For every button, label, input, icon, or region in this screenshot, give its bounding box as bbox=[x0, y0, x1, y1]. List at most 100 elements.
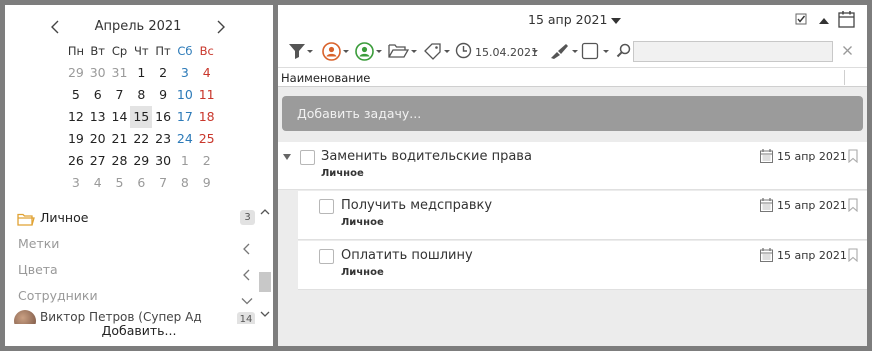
bookmark-icon[interactable] bbox=[848, 149, 858, 166]
calendar-day[interactable]: 24 bbox=[174, 128, 196, 150]
collapse-arrow-icon[interactable] bbox=[283, 154, 291, 160]
calendar-month-label[interactable]: Апрель 2021 bbox=[65, 19, 211, 34]
checkbox-icon bbox=[581, 42, 599, 60]
column-name-header[interactable]: Наименование bbox=[281, 71, 370, 85]
task-row[interactable]: Получить медсправку Личное 15 апр 2021 bbox=[298, 191, 867, 240]
sidebar-scrollbar[interactable] bbox=[257, 200, 273, 320]
sidebar-nav: Личное 3 Метки Цвета Сотрудники bbox=[5, 205, 255, 309]
calendar-day[interactable]: 2 bbox=[152, 62, 174, 84]
calendar-day[interactable]: 4 bbox=[196, 62, 218, 84]
calendar-day[interactable]: 4 bbox=[87, 172, 109, 194]
weekday-header: Чт bbox=[133, 44, 149, 58]
filter-button[interactable] bbox=[288, 42, 314, 62]
assignee-button[interactable] bbox=[322, 42, 349, 62]
calendar-day[interactable]: 31 bbox=[109, 62, 131, 84]
calendar-day[interactable]: 5 bbox=[109, 172, 131, 194]
calendar-prev-button[interactable] bbox=[46, 17, 66, 37]
task-title[interactable]: Заменить водительские права bbox=[321, 149, 532, 164]
sidebar-item-personal[interactable]: Личное 3 bbox=[5, 205, 255, 231]
project-filter-button[interactable] bbox=[388, 42, 417, 62]
calendar-day[interactable]: 7 bbox=[109, 84, 131, 106]
calendar-day[interactable]: 1 bbox=[174, 150, 196, 172]
priority-filter-button[interactable] bbox=[548, 42, 578, 62]
calendar-day[interactable]: 11 bbox=[196, 84, 218, 106]
caret-up-icon[interactable] bbox=[818, 15, 830, 29]
folder-open-icon bbox=[388, 44, 410, 58]
calendar-day[interactable]: 17 bbox=[174, 106, 196, 128]
calendar-day[interactable]: 14 bbox=[109, 106, 131, 128]
calendar-day[interactable]: 8 bbox=[174, 172, 196, 194]
calendar-day[interactable]: 12 bbox=[65, 106, 87, 128]
calendar-day[interactable]: 23 bbox=[152, 128, 174, 150]
sidebar-item-labels[interactable]: Метки bbox=[5, 231, 255, 257]
column-header: Наименование bbox=[278, 67, 867, 87]
calendar-day[interactable]: 7 bbox=[152, 172, 174, 194]
add-button[interactable]: Добавить... bbox=[5, 323, 273, 338]
calendar-day[interactable]: 25 bbox=[196, 128, 218, 150]
calendar-icon[interactable] bbox=[838, 10, 855, 31]
search-input[interactable] bbox=[633, 41, 833, 62]
task-checkbox[interactable] bbox=[300, 150, 315, 165]
calendar-day[interactable]: 30 bbox=[152, 150, 174, 172]
calendar-day[interactable]: 3 bbox=[65, 172, 87, 194]
calendar-day[interactable]: 13 bbox=[87, 106, 109, 128]
sidebar-item-employees[interactable]: Сотрудники bbox=[5, 283, 255, 309]
calendar-day[interactable]: 28 bbox=[109, 150, 131, 172]
calendar-day[interactable]: 26 bbox=[65, 150, 87, 172]
scroll-down-icon[interactable] bbox=[260, 308, 270, 318]
calendar-day[interactable]: 2 bbox=[196, 150, 218, 172]
close-icon[interactable] bbox=[842, 45, 853, 59]
scroll-up-icon[interactable] bbox=[260, 206, 270, 216]
user-name: Виктор Петров (Супер Ад bbox=[40, 310, 202, 324]
task-checkbox[interactable] bbox=[319, 199, 334, 214]
date-filter-button[interactable]: 15.04.2021 bbox=[455, 42, 539, 62]
calendar-day[interactable]: 20 bbox=[87, 128, 109, 150]
calendar-day[interactable]: 1 bbox=[130, 62, 152, 84]
calendar-day[interactable]: 27 bbox=[87, 150, 109, 172]
calendar-day[interactable]: 16 bbox=[152, 106, 174, 128]
calendar-day[interactable]: 3 bbox=[174, 62, 196, 84]
bookmark-icon[interactable] bbox=[848, 248, 858, 265]
task-checkbox[interactable] bbox=[319, 249, 334, 264]
sidebar-item-label: Метки bbox=[18, 236, 60, 251]
calendar-next-button[interactable] bbox=[210, 17, 230, 37]
calendar-day[interactable]: 18 bbox=[196, 106, 218, 128]
calendar-day[interactable]: 30 bbox=[87, 62, 109, 84]
task-due-date: 15 апр 2021 bbox=[777, 150, 847, 163]
checkbox-toggle-icon[interactable] bbox=[795, 13, 807, 28]
task-title[interactable]: Получить медсправку bbox=[341, 198, 492, 213]
task-row[interactable]: Заменить водительские права Личное 15 ап… bbox=[278, 142, 867, 190]
calendar-day[interactable]: 6 bbox=[87, 84, 109, 106]
add-task-input[interactable]: Добавить задачу... bbox=[282, 96, 863, 131]
date-selector[interactable]: 15 апр 2021 bbox=[528, 12, 622, 27]
calendar-day[interactable]: 21 bbox=[109, 128, 131, 150]
calendar-day[interactable]: 6 bbox=[130, 172, 152, 194]
weekday-header: Сб bbox=[177, 44, 193, 58]
performer-button[interactable] bbox=[355, 42, 382, 62]
calendar-day[interactable]: 5 bbox=[65, 84, 87, 106]
calendar-icon bbox=[760, 149, 773, 166]
calendar-icon bbox=[760, 198, 773, 215]
chevron-right-icon bbox=[217, 20, 225, 34]
sidebar-item-colors[interactable]: Цвета bbox=[5, 257, 255, 283]
calendar-day[interactable]: 9 bbox=[152, 84, 174, 106]
sidebar-item-user[interactable]: Виктор Петров (Супер Ад 14 bbox=[5, 310, 255, 324]
scrollbar-thumb[interactable] bbox=[259, 272, 271, 292]
task-due-date: 15 апр 2021 bbox=[777, 249, 847, 262]
calendar-day[interactable]: 8 bbox=[130, 84, 152, 106]
calendar-day[interactable]: 15 bbox=[130, 106, 153, 128]
bookmark-icon[interactable] bbox=[848, 198, 858, 215]
user-icon bbox=[355, 42, 374, 61]
calendar-day[interactable]: 10 bbox=[174, 84, 196, 106]
calendar-day[interactable]: 9 bbox=[196, 172, 218, 194]
calendar-day[interactable]: 19 bbox=[65, 128, 87, 150]
tag-filter-button[interactable] bbox=[423, 42, 450, 62]
calendar-day[interactable]: 29 bbox=[130, 150, 152, 172]
calendar-day[interactable]: 22 bbox=[130, 128, 152, 150]
calendar-day[interactable]: 29 bbox=[65, 62, 87, 84]
status-filter-button[interactable] bbox=[581, 42, 609, 62]
task-title[interactable]: Оплатить пошлину bbox=[341, 248, 473, 263]
weekday-header: Вс bbox=[199, 44, 214, 58]
avatar bbox=[14, 310, 36, 324]
task-row[interactable]: Оплатить пошлину Личное 15 апр 2021 bbox=[298, 241, 867, 290]
